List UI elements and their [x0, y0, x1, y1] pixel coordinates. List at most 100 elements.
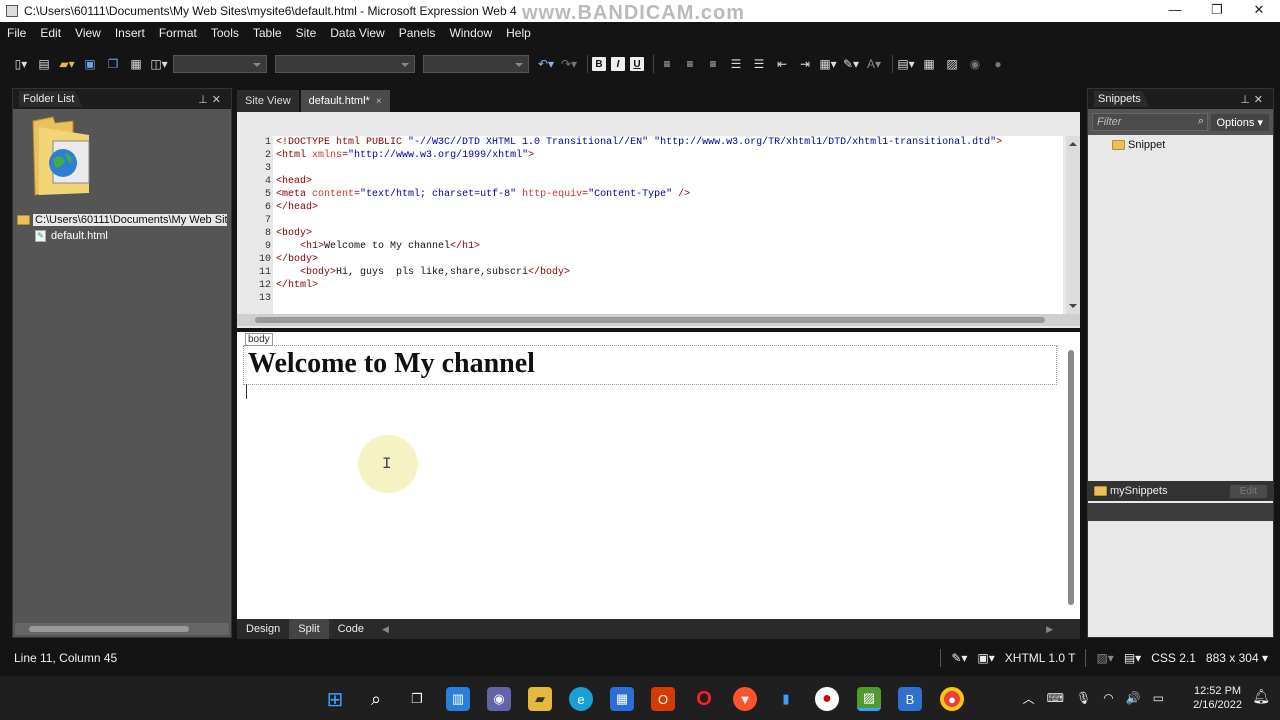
edit-button[interactable]: Edit	[1229, 484, 1267, 498]
menu-panels[interactable]: Panels	[392, 26, 443, 40]
bandicam-icon[interactable]: ●	[815, 687, 839, 711]
scroll-left-icon[interactable]: ◀	[373, 619, 398, 639]
undo-icon[interactable]: ↶▾	[537, 55, 555, 73]
scroll-right-icon[interactable]: ▶	[1037, 619, 1062, 639]
code-editor[interactable]: <!DOCTYPE html PUBLIC "-//W3C//DTD XHTML…	[273, 136, 1063, 314]
minimize-button[interactable]: —	[1154, 0, 1196, 22]
panel-close-icon[interactable]: ✕	[1254, 94, 1267, 106]
save-all-icon[interactable]: ❐	[104, 55, 122, 73]
restore-button[interactable]: ❐	[1196, 0, 1238, 22]
borders-icon[interactable]: ▦▾	[819, 55, 837, 73]
notification-icon[interactable]: 🔔︎	[1252, 688, 1270, 705]
code-line[interactable]: </body>	[276, 253, 1063, 266]
design-vertical-scrollbar[interactable]	[1066, 340, 1076, 614]
design-view-pane[interactable]: body Welcome to My channel I	[237, 332, 1080, 619]
folder-list-scrollbar[interactable]	[15, 623, 229, 635]
media-icon[interactable]: ●	[989, 55, 1007, 73]
new-page-icon[interactable]: ▤	[35, 55, 53, 73]
code-line[interactable]	[276, 292, 1063, 305]
decrease-indent-icon[interactable]: ⇤	[773, 55, 791, 73]
redo-icon[interactable]: ↷▾	[560, 55, 578, 73]
view-tab-design[interactable]: Design	[237, 619, 289, 639]
code-text[interactable]: <!DOCTYPE html PUBLIC "-//W3C//DTD XHTML…	[273, 136, 1063, 305]
menu-help[interactable]: Help	[499, 26, 538, 40]
chat-icon[interactable]: ◉	[487, 687, 511, 711]
design-heading[interactable]: Welcome to My channel	[248, 348, 535, 380]
search-icon[interactable]: ⌕	[1198, 115, 1204, 128]
font-size-dropdown[interactable]	[423, 55, 529, 73]
page-size-icon[interactable]: ▤▾	[1124, 651, 1141, 665]
menu-file[interactable]: File	[0, 26, 33, 40]
align-center-icon[interactable]: ≡	[681, 55, 699, 73]
menu-insert[interactable]: Insert	[108, 26, 152, 40]
style-application-icon[interactable]: ▨▾	[1096, 651, 1113, 665]
code-line[interactable]: <!DOCTYPE html PUBLIC "-//W3C//DTD XHTML…	[276, 136, 1063, 149]
doctype-indicator[interactable]: XHTML 1.0 T	[1005, 651, 1076, 665]
font-family-dropdown[interactable]	[275, 55, 415, 73]
menu-view[interactable]: View	[68, 26, 108, 40]
code-line[interactable]: <h1>Welcome to My channel</h1>	[276, 240, 1063, 253]
highlight-icon[interactable]: ✎▾	[842, 55, 860, 73]
my-snippets-bar[interactable]: mySnippets Edit	[1088, 481, 1273, 501]
wifi-icon[interactable]: ◠	[1103, 691, 1113, 705]
tab-site-view[interactable]: Site View	[237, 90, 299, 112]
code-line[interactable]: </head>	[276, 201, 1063, 214]
code-line[interactable]: <meta content="text/html; charset=utf-8"…	[276, 188, 1063, 201]
chrome-icon[interactable]: ●	[940, 687, 964, 711]
view-tab-split[interactable]: Split	[289, 619, 329, 639]
scrollbar-thumb[interactable]	[29, 626, 189, 632]
scrollbar-thumb[interactable]	[255, 317, 1045, 323]
menu-edit[interactable]: Edit	[33, 26, 68, 40]
bullet-list-icon[interactable]: ☰	[750, 55, 768, 73]
h1-element-box[interactable]: Welcome to My channel	[243, 345, 1057, 385]
file-explorer-icon[interactable]: ▰	[528, 687, 552, 711]
publish-icon[interactable]: ▦	[127, 55, 145, 73]
snippet-folder-item[interactable]: Snippet	[1112, 139, 1165, 151]
phone-link-icon[interactable]: ▮	[774, 687, 798, 711]
close-button[interactable]: ✕	[1238, 0, 1280, 22]
layout-table-icon[interactable]: ▤▾	[897, 55, 915, 73]
pin-icon[interactable]: ⊥	[198, 94, 212, 106]
tree-file-item[interactable]: ✎ default.html	[35, 230, 108, 242]
menu-format[interactable]: Format	[152, 26, 204, 40]
code-line[interactable]: <body>Hi, guys pls like,share,subscri</b…	[276, 266, 1063, 279]
scroll-up-arrow-icon[interactable]	[1069, 138, 1077, 146]
pin-icon[interactable]: ⊥	[1240, 94, 1254, 106]
edge-icon[interactable]: e	[569, 687, 593, 711]
start-icon[interactable]: ⊞	[323, 687, 347, 711]
css-version-indicator[interactable]: CSS 2.1	[1151, 651, 1196, 665]
open-folder-icon[interactable]: ▰▾	[58, 55, 76, 73]
battery-icon[interactable]: ▭	[1153, 691, 1164, 705]
insert-table-icon[interactable]: ▦	[920, 55, 938, 73]
align-right-icon[interactable]: ≡	[704, 55, 722, 73]
code-line[interactable]	[276, 162, 1063, 175]
tree-root[interactable]: C:\Users\60111\Documents\My Web Sites\	[17, 212, 227, 227]
microphone-icon[interactable]: 🎙	[1076, 691, 1091, 705]
align-left-icon[interactable]: ≡	[658, 55, 676, 73]
view-tab-code[interactable]: Code	[329, 619, 373, 639]
clock[interactable]: 12:52 PM 2/16/2022	[1193, 684, 1242, 712]
store-icon[interactable]: ▦	[610, 687, 634, 711]
menu-data-view[interactable]: Data View	[323, 26, 391, 40]
interactive-button-icon[interactable]: ◉	[966, 55, 984, 73]
font-color-icon[interactable]: A▾	[865, 55, 883, 73]
office-icon[interactable]: O	[651, 687, 675, 711]
insert-picture-icon[interactable]: ▨	[943, 55, 961, 73]
panel-close-icon[interactable]: ✕	[212, 94, 225, 106]
new-document-icon[interactable]: ▯▾	[12, 55, 30, 73]
code-line[interactable]: <body>	[276, 227, 1063, 240]
brave-icon[interactable]: ▼	[733, 687, 757, 711]
menu-tools[interactable]: Tools	[204, 26, 246, 40]
style-dropdown[interactable]	[173, 55, 267, 73]
tray-overflow-icon[interactable]: ︿	[1023, 690, 1035, 707]
underline-button[interactable]: U	[630, 57, 644, 71]
volume-icon[interactable]: 🔊	[1126, 691, 1141, 705]
preview-icon[interactable]: ◫▾	[150, 55, 168, 73]
bold-button[interactable]: B	[592, 57, 606, 71]
page-size-indicator[interactable]: 883 x 304 ▾	[1206, 651, 1268, 665]
scrollbar-thumb[interactable]	[1068, 350, 1074, 605]
code-line[interactable]: <head>	[276, 175, 1063, 188]
app-b-icon[interactable]: B	[898, 687, 922, 711]
code-line[interactable]: </html>	[276, 279, 1063, 292]
code-vertical-scrollbar[interactable]	[1066, 136, 1080, 314]
